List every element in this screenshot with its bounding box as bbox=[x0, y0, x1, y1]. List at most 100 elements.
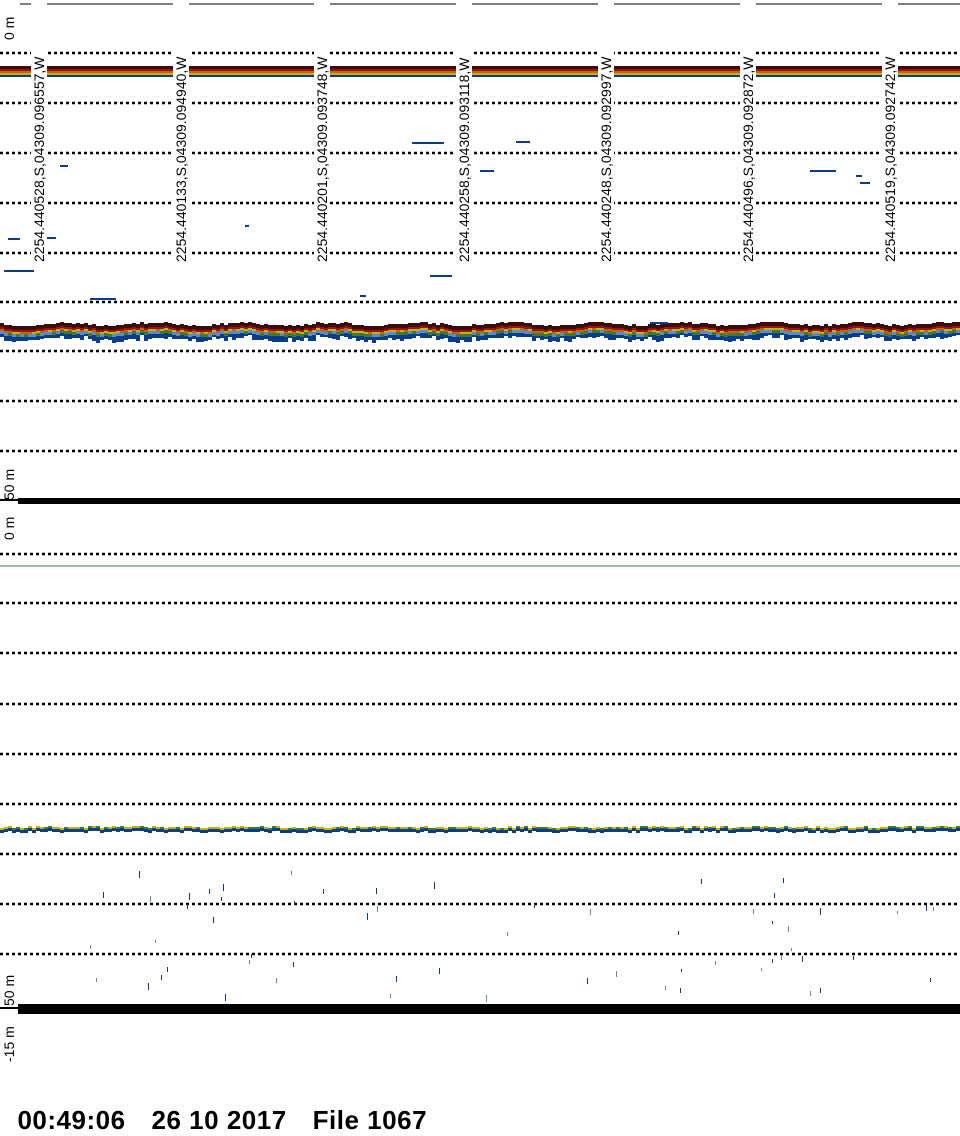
seabed-echo-column bbox=[412, 323, 416, 338]
echo-cell bbox=[384, 336, 388, 340]
echo-cell bbox=[64, 323, 68, 327]
echo-cell bbox=[148, 329, 152, 331]
echo-cell bbox=[16, 827, 20, 829]
echo-cell bbox=[692, 328, 696, 330]
seabed-echo-column bbox=[696, 324, 700, 340]
echo-cell bbox=[908, 828, 912, 831]
fish-target bbox=[650, 322, 668, 324]
echo-cell bbox=[256, 332, 260, 335]
footer-time: 00:49:06 bbox=[17, 1105, 126, 1135]
echo-cell bbox=[32, 332, 36, 334]
echo-cell bbox=[112, 326, 116, 330]
echo-cell bbox=[440, 329, 444, 331]
seabed-echo-column bbox=[564, 325, 568, 341]
echo-cell bbox=[804, 335, 808, 340]
seabed-echo-column bbox=[100, 326, 104, 340]
echo-cell bbox=[740, 829, 744, 832]
echo-cell bbox=[948, 829, 952, 832]
echo-cell bbox=[660, 826, 664, 828]
echo-cell bbox=[104, 325, 108, 329]
echo-cell bbox=[772, 333, 776, 338]
seabed-echo-column bbox=[768, 322, 772, 335]
echo-cell bbox=[332, 327, 336, 329]
echo-cell bbox=[352, 333, 356, 336]
echo-cell bbox=[880, 332, 884, 335]
echo-cell bbox=[100, 334, 104, 337]
echo-cell bbox=[100, 828, 104, 830]
echo-cell bbox=[64, 331, 68, 334]
echo-cell bbox=[468, 332, 472, 334]
seabed-echo-column bbox=[308, 325, 312, 341]
seabed-echo-column bbox=[572, 325, 576, 339]
seabed-echo-column bbox=[568, 325, 572, 342]
echo-cell bbox=[116, 829, 120, 832]
fish-target bbox=[772, 959, 773, 963]
echo-cell bbox=[72, 328, 76, 330]
echo-cell bbox=[840, 335, 844, 338]
echo-cell bbox=[516, 328, 520, 330]
echo-cell bbox=[636, 332, 640, 334]
echo-cell bbox=[292, 330, 296, 332]
seabed-echo-column bbox=[832, 324, 836, 339]
echo-cell bbox=[740, 329, 744, 331]
lower-depth-top-label: 0 m bbox=[1, 517, 17, 540]
echo-cell bbox=[648, 335, 652, 337]
echo-cell bbox=[152, 323, 156, 327]
echo-cell bbox=[412, 829, 416, 832]
echo-cell bbox=[588, 830, 592, 833]
fish-target bbox=[701, 879, 702, 884]
upper-depth-axis: 0 m 50 m bbox=[1, 17, 17, 500]
echo-cell bbox=[904, 336, 908, 339]
echo-cell bbox=[492, 328, 496, 330]
seabed-echo-column bbox=[72, 324, 76, 338]
echo-cell bbox=[32, 828, 36, 830]
fish-target bbox=[376, 888, 377, 894]
echo-cell bbox=[904, 333, 908, 336]
echo-cell bbox=[68, 334, 72, 339]
echo-cell bbox=[76, 323, 80, 327]
echo-cell bbox=[504, 331, 508, 334]
echo-cell bbox=[36, 329, 40, 331]
echo-cell bbox=[552, 334, 556, 337]
seabed-echo-column bbox=[740, 325, 744, 341]
echo-cell bbox=[228, 334, 232, 337]
echo-cell bbox=[64, 829, 68, 832]
echo-cell bbox=[628, 828, 632, 830]
echo-cell bbox=[492, 332, 496, 335]
echo-cell bbox=[444, 830, 448, 833]
echo-cell bbox=[456, 332, 460, 334]
echo-cell bbox=[800, 325, 804, 329]
echo-cell bbox=[868, 828, 872, 830]
seabed-echo-column bbox=[360, 325, 364, 340]
fish-target bbox=[590, 909, 591, 915]
echo-cell bbox=[496, 329, 500, 331]
echo-cell bbox=[268, 336, 272, 341]
echo-cell bbox=[880, 335, 884, 337]
echo-cell bbox=[504, 323, 508, 327]
seabed-echo-column bbox=[652, 324, 656, 340]
echo-cell bbox=[660, 828, 664, 831]
seabed-echo-column bbox=[60, 322, 64, 336]
echo-cell bbox=[508, 333, 512, 338]
echo-cell bbox=[844, 328, 848, 330]
echo-cell bbox=[760, 322, 764, 326]
echo-cell bbox=[612, 330, 616, 332]
echo-cell bbox=[316, 322, 320, 326]
echo-cell bbox=[892, 826, 896, 828]
seabed-echo-column bbox=[680, 322, 684, 335]
echo-cell bbox=[872, 324, 876, 328]
echo-cell bbox=[348, 323, 352, 327]
seabed-echo-column bbox=[732, 325, 736, 341]
echo-cell bbox=[900, 326, 904, 330]
echo-cell bbox=[620, 829, 624, 832]
fish-target bbox=[150, 896, 151, 902]
echo-cell bbox=[436, 325, 440, 329]
echo-cell bbox=[796, 335, 800, 338]
echo-cell bbox=[340, 323, 344, 327]
echo-cell bbox=[396, 332, 400, 335]
echo-cell bbox=[660, 335, 664, 341]
seabed-echo-column bbox=[632, 324, 636, 340]
echo-cell bbox=[692, 332, 696, 335]
echo-cell bbox=[124, 324, 128, 328]
echo-cell bbox=[284, 828, 288, 830]
